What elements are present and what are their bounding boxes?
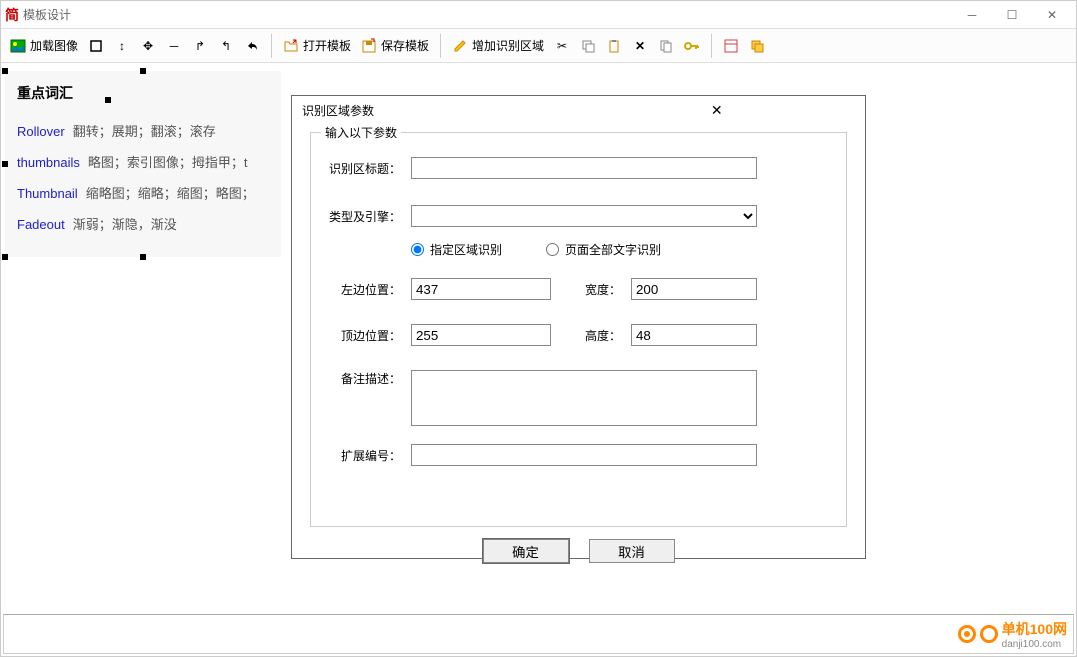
- toolbar: 加载图像 ↕ ✥ ─ ↱ ↰ 打开模板 保存模板 增加识别区域 ✂ ✕: [1, 29, 1076, 63]
- label-width: 宽度：: [571, 281, 621, 298]
- minus-icon: ─: [166, 38, 182, 54]
- copy-button[interactable]: [576, 36, 600, 56]
- paste-button[interactable]: [602, 36, 626, 56]
- rotate-right-icon: ↱: [192, 38, 208, 54]
- radio-page-option[interactable]: 页面全部文字识别: [546, 241, 661, 258]
- separator: [271, 34, 272, 58]
- ext-id-input[interactable]: [411, 444, 757, 466]
- vocab-row: thumbnails略图；索引图像；拇指甲；t: [17, 152, 269, 171]
- vocab-row: Thumbnail缩略图；缩略；缩图；略图；: [17, 183, 269, 202]
- tool-rotl-button[interactable]: ↰: [214, 36, 238, 56]
- minimize-button[interactable]: ─: [952, 1, 992, 29]
- ok-button[interactable]: 确定: [483, 539, 569, 563]
- window-title: 模板设计: [23, 6, 952, 23]
- save-file-icon: [361, 38, 377, 54]
- key-icon: [684, 38, 700, 54]
- branding-logo: 单机100网 danji100.com: [958, 619, 1067, 650]
- resize-handle[interactable]: [2, 254, 8, 260]
- cancel-button[interactable]: 取消: [589, 539, 675, 563]
- cut-button[interactable]: ✂: [550, 36, 574, 56]
- dialog-close-button[interactable]: ✕: [579, 102, 856, 119]
- delete-button[interactable]: ✕: [628, 36, 652, 56]
- close-button[interactable]: ✕: [1032, 1, 1072, 29]
- app-icon: 简: [5, 5, 19, 25]
- rotate-left-icon: ↰: [218, 38, 234, 54]
- resize-handle[interactable]: [2, 161, 8, 167]
- label-remark: 备注描述：: [327, 370, 401, 387]
- tool-vmove-button[interactable]: ↕: [110, 36, 134, 56]
- pencil-icon: [452, 38, 468, 54]
- separator: [711, 34, 712, 58]
- stack-icon: [749, 38, 765, 54]
- scissors-icon: ✂: [554, 38, 570, 54]
- logo-circle-icon: [980, 625, 998, 643]
- top-input[interactable]: [411, 324, 551, 346]
- tool-rotr-button[interactable]: ↱: [188, 36, 212, 56]
- arrows-v-icon: ↕: [114, 38, 130, 54]
- document-panel[interactable]: 重点词汇 Rollover翻转；展期；翻滚；滚存 thumbnails略图；索引…: [5, 71, 281, 257]
- tool-move-button[interactable]: ✥: [136, 36, 160, 56]
- label-type-engine: 类型及引擎：: [327, 208, 401, 225]
- picture-icon: [10, 38, 26, 54]
- undo-icon: [244, 38, 260, 54]
- open-file-icon: [283, 38, 299, 54]
- radio-page-input[interactable]: [546, 243, 559, 256]
- label-top: 顶边位置：: [327, 327, 401, 344]
- height-input[interactable]: [631, 324, 757, 346]
- tool-rect-button[interactable]: [84, 36, 108, 56]
- duplicate-icon: [658, 38, 674, 54]
- delete-icon: ✕: [632, 38, 648, 54]
- extra1-button[interactable]: [719, 36, 743, 56]
- resize-handle[interactable]: [2, 68, 8, 74]
- label-ext-id: 扩展编号：: [327, 447, 401, 464]
- width-input[interactable]: [631, 278, 757, 300]
- label-region-title: 识别区标题：: [327, 160, 401, 177]
- form-icon: [723, 38, 739, 54]
- region-title-input[interactable]: [411, 157, 757, 179]
- move-icon: ✥: [140, 38, 156, 54]
- logo-circle-icon: [958, 625, 976, 643]
- separator: [440, 34, 441, 58]
- copy-icon: [580, 38, 596, 54]
- tool-minus-button[interactable]: ─: [162, 36, 186, 56]
- open-template-button[interactable]: 打开模板: [279, 35, 355, 56]
- resize-handle[interactable]: [105, 97, 111, 103]
- remark-textarea[interactable]: [411, 370, 757, 426]
- fieldset-legend: 输入以下参数: [321, 124, 401, 141]
- save-template-button[interactable]: 保存模板: [357, 35, 433, 56]
- vocab-row: Rollover翻转；展期；翻滚；滚存: [17, 121, 269, 140]
- vocab-row: Fadeout渐弱；渐隐，渐没: [17, 214, 269, 233]
- add-region-button[interactable]: 增加识别区域: [448, 35, 548, 56]
- tool-undo-button[interactable]: [240, 36, 264, 56]
- region-params-dialog: 识别区域参数 ✕ 输入以下参数 识别区标题： 类型及引擎： 指定区域识别 页面全…: [291, 95, 866, 559]
- resize-handle[interactable]: [140, 68, 146, 74]
- dialog-title: 识别区域参数: [302, 102, 579, 119]
- copy2-button[interactable]: [654, 36, 678, 56]
- load-image-button[interactable]: 加载图像: [6, 35, 82, 56]
- label-left: 左边位置：: [327, 281, 401, 298]
- type-engine-select[interactable]: [411, 205, 757, 227]
- clipboard-icon: [606, 38, 622, 54]
- square-icon: [88, 38, 104, 54]
- label-height: 高度：: [571, 327, 621, 344]
- extra2-button[interactable]: [745, 36, 769, 56]
- key-button[interactable]: [680, 36, 704, 56]
- status-bar: 单机100网 danji100.com: [3, 614, 1074, 654]
- doc-heading: 重点词汇: [17, 83, 269, 103]
- left-input[interactable]: [411, 278, 551, 300]
- resize-handle[interactable]: [140, 254, 146, 260]
- maximize-button[interactable]: ☐: [992, 1, 1032, 29]
- radio-region-option[interactable]: 指定区域识别: [411, 241, 502, 258]
- radio-region-input[interactable]: [411, 243, 424, 256]
